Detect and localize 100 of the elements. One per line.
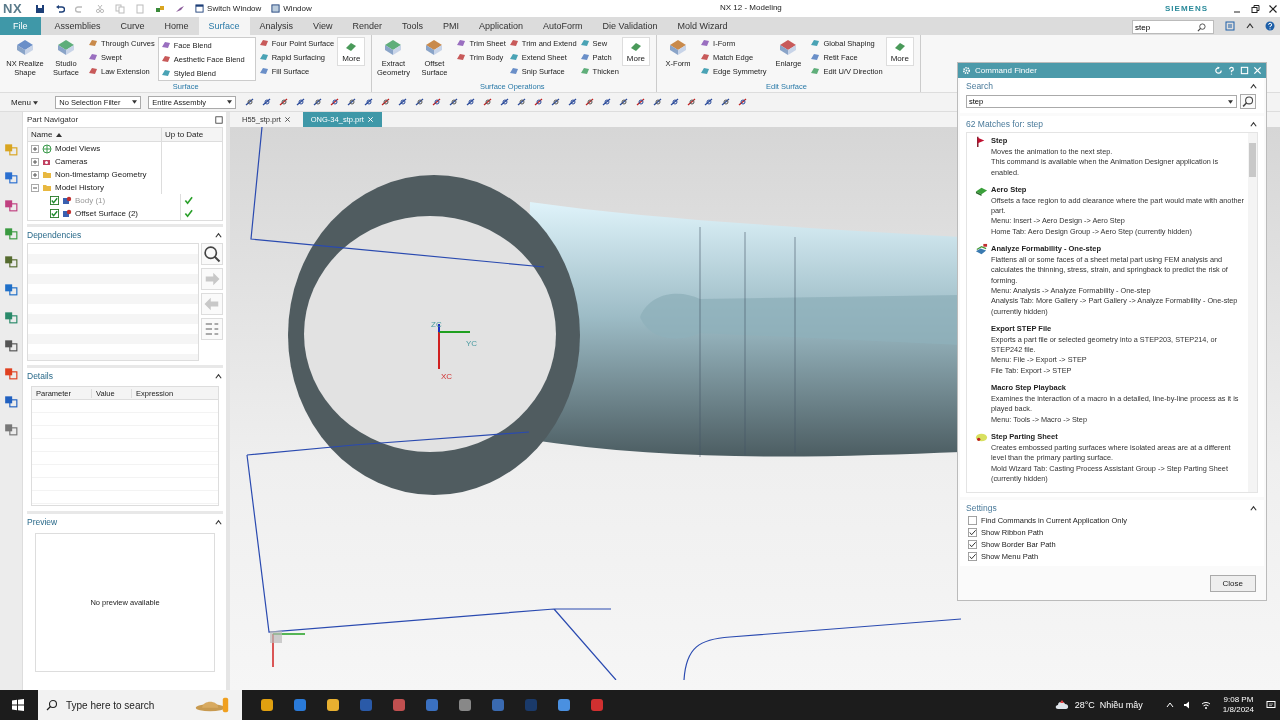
taskbar-app-icon[interactable] bbox=[291, 697, 308, 713]
snap-tool-icon[interactable] bbox=[551, 97, 562, 107]
snap-tool-icon[interactable] bbox=[483, 97, 494, 107]
tree-item[interactable]: Model Views bbox=[55, 144, 101, 153]
snap-tool-icon[interactable] bbox=[670, 97, 681, 107]
quick-access-button[interactable]: Switch Window bbox=[192, 3, 265, 14]
ribbon-tab[interactable]: Curve bbox=[110, 17, 155, 35]
snap-tool-icon[interactable] bbox=[262, 97, 273, 107]
checkbox[interactable] bbox=[968, 552, 977, 562]
ribbon-tab[interactable]: AutoForm bbox=[533, 17, 593, 35]
expand-icon[interactable] bbox=[31, 157, 39, 166]
menu-button[interactable]: Menu bbox=[5, 97, 45, 107]
taskbar-app-icon[interactable] bbox=[555, 697, 572, 713]
collapse-ribbon-icon[interactable] bbox=[1245, 21, 1255, 31]
snap-tool-icon[interactable] bbox=[466, 97, 477, 107]
snap-tool-icon[interactable] bbox=[534, 97, 545, 107]
tree-item[interactable]: Offset Surface (2) bbox=[75, 209, 138, 218]
expand-icon[interactable] bbox=[31, 144, 39, 153]
snap-tool-icon[interactable] bbox=[330, 97, 341, 107]
command-search-field[interactable]: step bbox=[1133, 22, 1197, 32]
brush-icon[interactable] bbox=[175, 3, 186, 14]
column-header[interactable]: Up to Date bbox=[162, 130, 222, 139]
snap-tool-icon[interactable] bbox=[296, 97, 307, 107]
tree-item[interactable]: Non-timestamp Geometry bbox=[55, 170, 147, 179]
snap-tool-icon[interactable] bbox=[619, 97, 630, 107]
resource-bar-icon[interactable] bbox=[4, 254, 18, 268]
snap-tool-icon[interactable] bbox=[432, 97, 443, 107]
resource-bar-icon[interactable] bbox=[4, 394, 18, 408]
snap-tool-icon[interactable] bbox=[704, 97, 715, 107]
collapse-icon[interactable] bbox=[1249, 503, 1258, 513]
close-button[interactable]: Close bbox=[1209, 575, 1256, 593]
clock-date[interactable]: 1/8/2024 bbox=[1222, 705, 1254, 715]
search-icon[interactable] bbox=[46, 699, 58, 711]
ribbon-tab[interactable]: Analysis bbox=[249, 17, 304, 35]
undo-icon[interactable] bbox=[55, 3, 66, 14]
resource-bar-icon[interactable] bbox=[4, 198, 18, 212]
checkbox[interactable] bbox=[968, 528, 977, 538]
weather-text[interactable]: 28°C Nhiều mây bbox=[1074, 700, 1143, 710]
collapse-icon[interactable] bbox=[214, 371, 223, 381]
snap-tool-icon[interactable] bbox=[449, 97, 460, 107]
collapse-icon[interactable] bbox=[214, 230, 223, 240]
tree-item[interactable]: Cameras bbox=[55, 157, 88, 166]
more-button[interactable]: More bbox=[885, 37, 914, 66]
ribbon-tab[interactable]: Application bbox=[469, 17, 534, 35]
wifi-icon[interactable] bbox=[1200, 700, 1211, 710]
ribbon-options-icon[interactable] bbox=[1225, 21, 1235, 31]
more-button[interactable]: More bbox=[621, 37, 651, 66]
snap-tool-icon[interactable] bbox=[568, 97, 579, 107]
snap-tool-icon[interactable] bbox=[398, 97, 409, 107]
snap-tool-icon[interactable] bbox=[500, 97, 511, 107]
taskbar-search-box[interactable]: Type here to search bbox=[38, 690, 242, 720]
ribbon-tab[interactable]: Tools bbox=[392, 17, 433, 35]
resource-bar-icon[interactable] bbox=[4, 422, 18, 436]
visibility-checkbox[interactable] bbox=[50, 209, 59, 218]
windows-logo-icon[interactable] bbox=[12, 699, 24, 711]
taskbar-app-icon[interactable] bbox=[258, 697, 275, 713]
ribbon-tab[interactable]: View bbox=[303, 17, 343, 35]
taskbar-search-field[interactable]: Type here to search bbox=[64, 698, 188, 712]
snap-tool-icon[interactable] bbox=[721, 97, 732, 107]
ribbon-tab[interactable]: Render bbox=[342, 17, 392, 35]
snap-tool-icon[interactable] bbox=[313, 97, 324, 107]
search-icon[interactable] bbox=[1240, 94, 1256, 109]
snap-tool-icon[interactable] bbox=[687, 97, 698, 107]
resource-bar-icon[interactable] bbox=[4, 366, 18, 380]
snap-tool-icon[interactable] bbox=[279, 97, 290, 107]
tree-item[interactable]: Model History bbox=[55, 183, 104, 192]
more-button[interactable]: More bbox=[337, 37, 366, 66]
visibility-checkbox[interactable] bbox=[50, 196, 59, 205]
resource-bar-icon[interactable] bbox=[4, 226, 18, 240]
resource-bar-icon[interactable] bbox=[4, 338, 18, 352]
checkbox[interactable] bbox=[968, 540, 977, 550]
resource-bar-icon[interactable] bbox=[4, 310, 18, 324]
snap-tool-icon[interactable] bbox=[653, 97, 664, 107]
expand-icon[interactable] bbox=[31, 170, 39, 179]
ribbon-tab[interactable]: Assemblies bbox=[44, 17, 111, 35]
resource-bar-icon[interactable] bbox=[4, 282, 18, 296]
checkbox[interactable] bbox=[968, 516, 977, 526]
snap-tool-icon[interactable] bbox=[738, 97, 749, 107]
snap-tool-icon[interactable] bbox=[381, 97, 392, 107]
restore-icon[interactable] bbox=[1250, 3, 1260, 14]
ribbon-tab[interactable]: Surface bbox=[198, 17, 250, 35]
caret-icon[interactable] bbox=[1228, 99, 1233, 104]
command-search-box[interactable]: step bbox=[1132, 20, 1214, 34]
scrollbar[interactable] bbox=[1248, 133, 1257, 493]
snap-tool-icon[interactable] bbox=[347, 97, 358, 107]
collapse-icon[interactable] bbox=[1249, 81, 1258, 91]
close-icon[interactable] bbox=[1268, 3, 1278, 14]
snap-tool-icon[interactable] bbox=[636, 97, 647, 107]
quick-access-button[interactable]: Window bbox=[268, 3, 315, 14]
resource-bar-icon[interactable] bbox=[4, 170, 18, 184]
chevron-up-icon[interactable] bbox=[1164, 700, 1175, 710]
notification-icon[interactable] bbox=[1266, 700, 1276, 710]
snap-tool-icon[interactable] bbox=[585, 97, 596, 107]
snap-tool-icon[interactable] bbox=[245, 97, 256, 107]
clock-time[interactable]: 9:08 PM bbox=[1223, 695, 1254, 705]
search-icon[interactable] bbox=[1197, 22, 1206, 32]
taskbar-app-icon[interactable] bbox=[324, 697, 341, 713]
ribbon-tab[interactable]: Die Validation bbox=[592, 17, 668, 35]
help-icon[interactable] bbox=[1265, 21, 1275, 31]
close-icon[interactable] bbox=[283, 116, 291, 123]
